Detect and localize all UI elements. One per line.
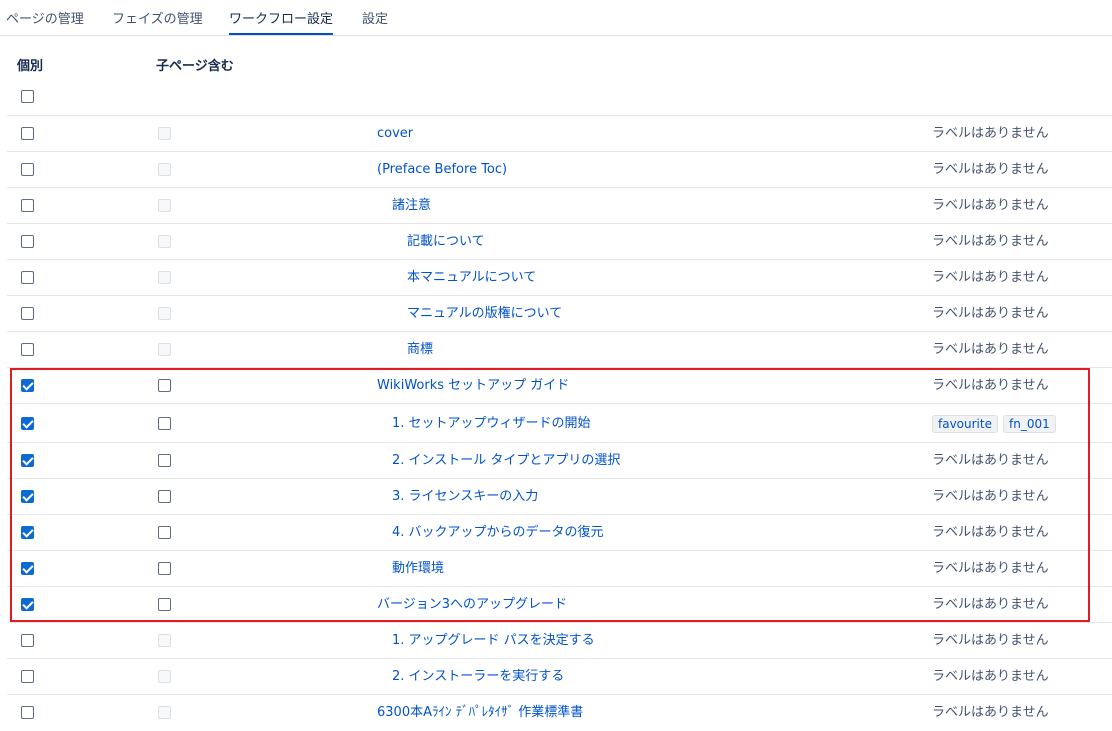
tab-page-management[interactable]: ページの管理 — [6, 11, 84, 29]
table-row: (Preface Before Toc) ラベルはありません — [7, 151, 1112, 188]
include-children-checkbox[interactable] — [158, 526, 171, 539]
table-row: 諸注意 ラベルはありません — [7, 187, 1112, 224]
page-title-link[interactable]: 3. ライセンスキーの入力 — [392, 488, 538, 506]
individual-checkbox[interactable] — [21, 235, 34, 248]
include-children-checkbox[interactable] — [158, 417, 171, 430]
individual-checkbox[interactable] — [21, 343, 34, 356]
table-row: 1. セットアップウィザードの開始 favourite fn_001 — [7, 403, 1112, 443]
individual-checkbox[interactable] — [21, 127, 34, 140]
column-header-include-children: 子ページ含む — [156, 59, 234, 74]
include-children-checkbox — [158, 307, 171, 320]
include-children-checkbox — [158, 163, 171, 176]
page-title-link[interactable]: バージョン3へのアップグレード — [377, 596, 567, 614]
individual-checkbox[interactable] — [21, 490, 34, 503]
include-children-checkbox — [158, 706, 171, 719]
table-row: 本マニュアルについて ラベルはありません — [7, 259, 1112, 296]
no-label-text: ラベルはありません — [932, 162, 1049, 177]
label-tag[interactable]: fn_001 — [1002, 415, 1056, 433]
no-label-text: ラベルはありません — [932, 126, 1049, 141]
tab-settings[interactable]: 設定 — [362, 11, 388, 29]
include-children-checkbox — [158, 343, 171, 356]
include-children-checkbox — [158, 235, 171, 248]
page-title-link[interactable]: 1. アップグレード パスを決定する — [392, 632, 595, 650]
individual-checkbox[interactable] — [21, 163, 34, 176]
include-children-checkbox[interactable] — [158, 562, 171, 575]
table-row: マニュアルの版権について ラベルはありません — [7, 295, 1112, 332]
individual-checkbox[interactable] — [21, 271, 34, 284]
label-list: favourite fn_001 — [932, 415, 1056, 433]
table-row: 2. インストール タイプとアプリの選択 ラベルはありません — [7, 442, 1112, 479]
include-children-checkbox — [158, 127, 171, 140]
page-title-link[interactable]: 6300本Aﾗｲﾝ ﾃﾞﾊﾟﾚﾀｲｻﾞ 作業標準書 — [377, 704, 583, 722]
page-title-link[interactable]: cover — [377, 125, 413, 143]
no-label-text: ラベルはありません — [932, 597, 1049, 612]
table-row: 6300本Aﾗｲﾝ ﾃﾞﾊﾟﾚﾀｲｻﾞ 作業標準書 ラベルはありません — [7, 694, 1112, 731]
no-label-text: ラベルはありません — [932, 705, 1049, 720]
individual-checkbox[interactable] — [21, 307, 34, 320]
include-children-checkbox — [158, 634, 171, 647]
tab-bar: ページの管理 フェイズの管理 ワークフロー設定 設定 — [0, 0, 1112, 36]
table-row: 3. ライセンスキーの入力 ラベルはありません — [7, 478, 1112, 515]
individual-checkbox[interactable] — [21, 199, 34, 212]
tab-workflow-settings[interactable]: ワークフロー設定 — [229, 11, 334, 35]
no-label-text: ラベルはありません — [932, 306, 1049, 321]
individual-checkbox[interactable] — [21, 670, 34, 683]
no-label-text: ラベルはありません — [932, 378, 1049, 393]
page-title-link[interactable]: 本マニュアルについて — [407, 269, 536, 287]
include-children-checkbox[interactable] — [158, 454, 171, 467]
no-label-text: ラベルはありません — [932, 198, 1049, 213]
table-row: 記載について ラベルはありません — [7, 223, 1112, 260]
column-header-individual: 個別 — [17, 59, 44, 74]
individual-checkbox[interactable] — [21, 454, 34, 467]
include-children-checkbox — [158, 199, 171, 212]
page-title-link[interactable]: マニュアルの版権について — [407, 305, 562, 323]
individual-checkbox[interactable] — [21, 562, 34, 575]
no-label-text: ラベルはありません — [932, 270, 1049, 285]
select-all-checkbox[interactable] — [21, 90, 34, 103]
no-label-text: ラベルはありません — [932, 633, 1049, 648]
page-title-link[interactable]: 2. インストール タイプとアプリの選択 — [392, 452, 620, 470]
include-children-checkbox[interactable] — [158, 490, 171, 503]
table-row: 商標 ラベルはありません — [7, 331, 1112, 368]
include-children-checkbox — [158, 271, 171, 284]
no-label-text: ラベルはありません — [932, 453, 1049, 468]
individual-checkbox[interactable] — [21, 417, 34, 430]
table-row: 4. バックアップからのデータの復元 ラベルはありません — [7, 514, 1112, 551]
table-row: 1. アップグレード パスを決定する ラベルはありません — [7, 622, 1112, 659]
individual-checkbox[interactable] — [21, 379, 34, 392]
no-label-text: ラベルはありません — [932, 489, 1049, 504]
page-title-link[interactable]: 1. セットアップウィザードの開始 — [392, 415, 591, 433]
page-title-link[interactable]: (Preface Before Toc) — [377, 161, 507, 179]
table-row: cover ラベルはありません — [7, 115, 1112, 152]
page-title-link[interactable]: WikiWorks セットアップ ガイド — [377, 377, 569, 395]
no-label-text: ラベルはありません — [932, 669, 1049, 684]
table-row: バージョン3へのアップグレード ラベルはありません — [7, 586, 1112, 623]
page-title-link[interactable]: 4. バックアップからのデータの復元 — [392, 524, 604, 542]
include-children-checkbox[interactable] — [158, 379, 171, 392]
individual-checkbox[interactable] — [21, 706, 34, 719]
page-title-link[interactable]: 諸注意 — [392, 197, 431, 215]
table-row: 2. インストーラーを実行する ラベルはありません — [7, 658, 1112, 695]
no-label-text: ラベルはありません — [932, 342, 1049, 357]
page-title-link[interactable]: 記載について — [407, 233, 485, 251]
no-label-text: ラベルはありません — [932, 561, 1049, 576]
no-label-text: ラベルはありません — [932, 525, 1049, 540]
no-label-text: ラベルはありません — [932, 234, 1049, 249]
page-title-link[interactable]: 2. インストーラーを実行する — [392, 668, 564, 686]
tab-phase-management[interactable]: フェイズの管理 — [112, 11, 203, 29]
page-title-link[interactable]: 動作環境 — [392, 560, 444, 578]
table-row: 動作環境 ラベルはありません — [7, 550, 1112, 587]
label-tag[interactable]: favourite — [932, 415, 998, 433]
individual-checkbox[interactable] — [21, 526, 34, 539]
include-children-checkbox[interactable] — [158, 598, 171, 611]
include-children-checkbox — [158, 670, 171, 683]
table-row: WikiWorks セットアップ ガイド ラベルはありません — [7, 367, 1112, 404]
page-title-link[interactable]: 商標 — [407, 341, 433, 359]
individual-checkbox[interactable] — [21, 634, 34, 647]
individual-checkbox[interactable] — [21, 598, 34, 611]
